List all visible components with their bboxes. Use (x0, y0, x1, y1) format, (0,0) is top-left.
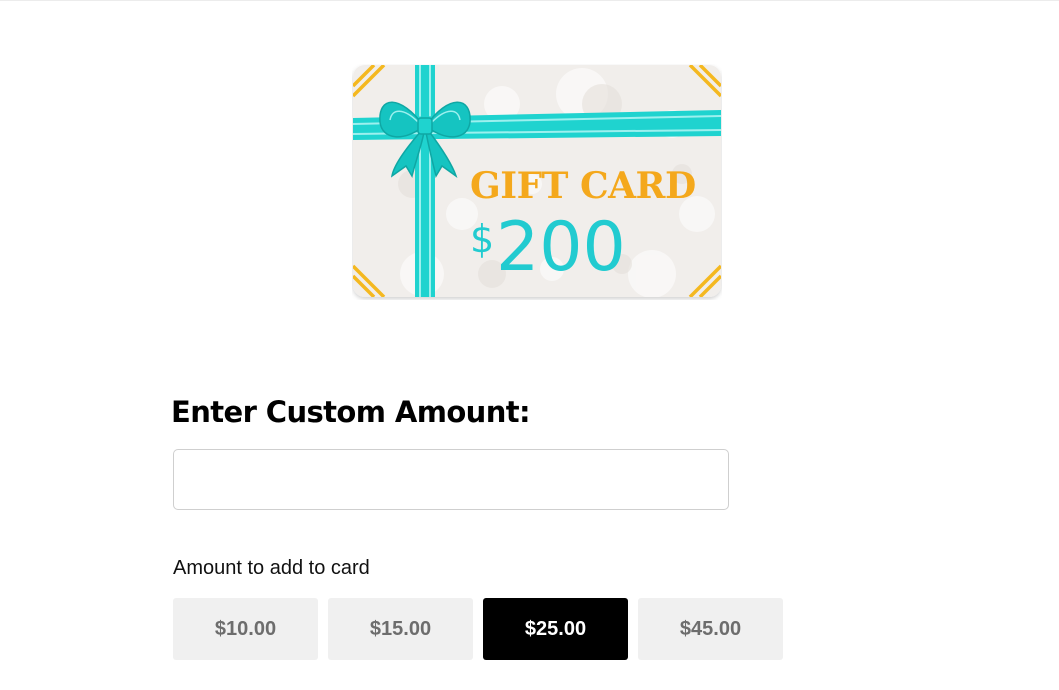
gift-card-amount-text: 200 (496, 208, 626, 287)
gift-card-image: GIFT CARD $ 200 (352, 64, 722, 300)
gift-card-currency-symbol: $ (470, 217, 494, 261)
custom-amount-heading: Enter Custom Amount: (171, 395, 531, 429)
gift-card-title-text: GIFT CARD (470, 165, 696, 207)
amount-option-25-button[interactable]: $25.00 (483, 598, 628, 660)
amount-option-10-button[interactable]: $10.00 (173, 598, 318, 660)
amount-option-45-button[interactable]: $45.00 (638, 598, 783, 660)
gift-card-purchase-page: GIFT CARD $ 200 Enter Custom Amount: Amo… (0, 0, 1059, 690)
amount-to-add-label: Amount to add to card (173, 557, 370, 579)
amount-option-15-button[interactable]: $15.00 (328, 598, 473, 660)
custom-amount-input[interactable] (173, 449, 729, 510)
top-divider (0, 0, 1059, 1)
preset-amount-options: $10.00 $15.00 $25.00 $45.00 (173, 598, 793, 660)
